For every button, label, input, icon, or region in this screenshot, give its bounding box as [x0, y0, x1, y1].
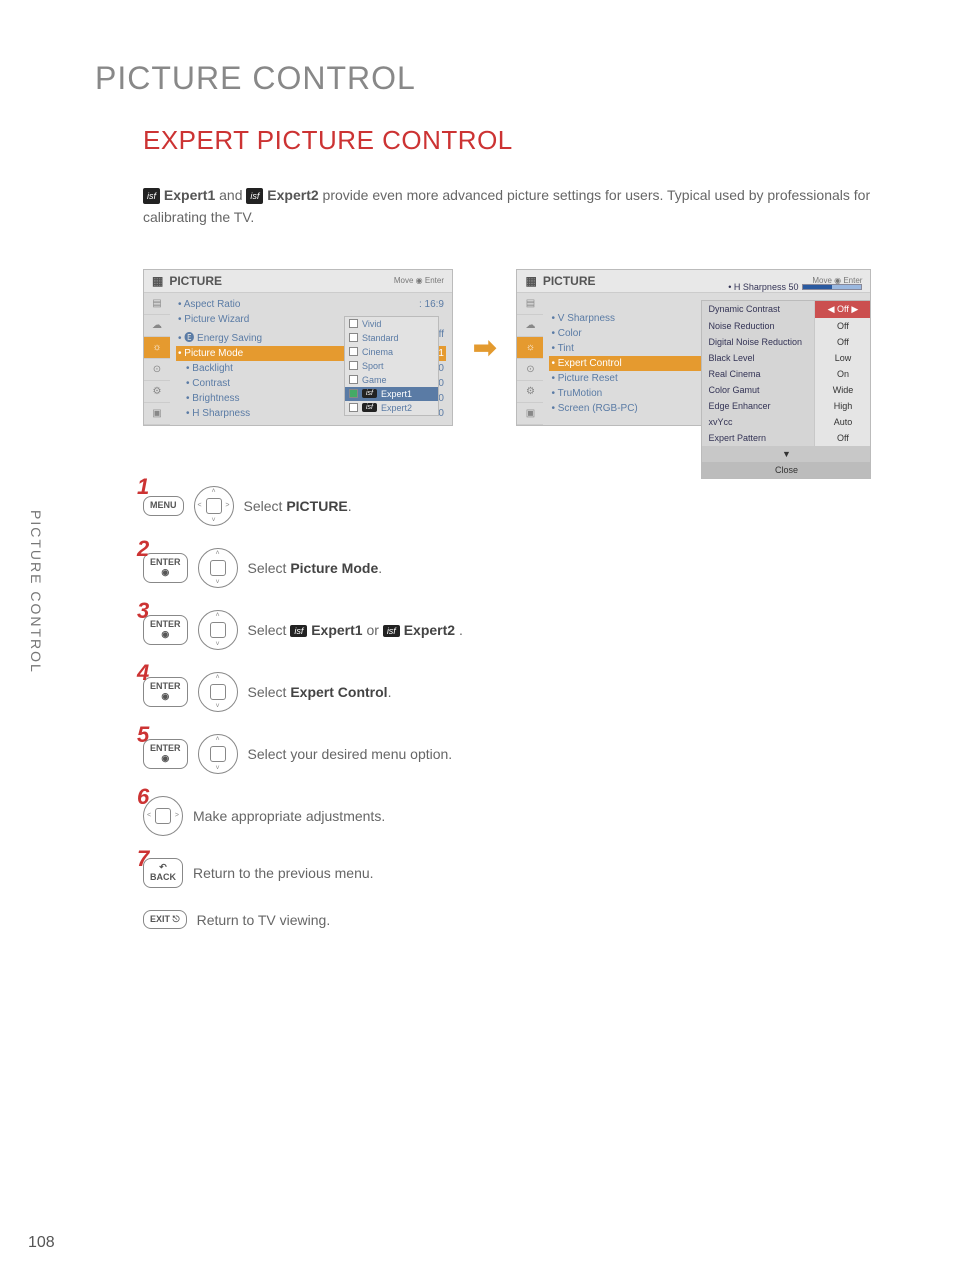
step-number: 3	[137, 598, 149, 624]
enter-button[interactable]: ENTER◉	[143, 615, 188, 645]
step-text: Select your desired menu option.	[248, 746, 453, 762]
enter-button[interactable]: ENTER◉	[143, 677, 188, 707]
osd-option-table[interactable]: Dynamic Contrast◀ Off ▶Noise ReductionOf…	[701, 300, 871, 479]
step-text: or	[366, 622, 382, 638]
step-6: 6 ˂˃ Make appropriate adjustments.	[143, 796, 894, 836]
popup-row[interactable]: Standard	[345, 331, 438, 345]
step-text: .	[348, 498, 352, 514]
osd-right-icons: ▤☁☼⊙⚙▣	[517, 293, 543, 425]
option-row[interactable]: Real CinemaOn	[702, 366, 870, 382]
osd-left-hint: Move ◉ Enter	[394, 276, 444, 285]
popup-row[interactable]: isf Expert1	[345, 387, 438, 401]
option-row[interactable]: xvYccAuto	[702, 414, 870, 430]
intro-and: and	[215, 187, 246, 203]
step-1: 1 MENU ˄˅˂˃ Select PICTURE.	[143, 486, 894, 526]
enter-button[interactable]: ENTER◉	[143, 553, 188, 583]
nav-pad[interactable]: ˄˅	[198, 734, 238, 774]
step-number: 4	[137, 660, 149, 686]
popup-row[interactable]: Game	[345, 373, 438, 387]
arrow-icon: ➡	[473, 331, 496, 364]
option-footer: ▼	[702, 446, 870, 462]
popup-row[interactable]: isf Expert2	[345, 401, 438, 415]
isf-icon: isf	[290, 625, 307, 637]
osd-popup-picture-mode[interactable]: VividStandardCinemaSportGameisf Expert1i…	[344, 316, 439, 416]
osd-left-icons: ▤☁☼⊙⚙▣	[144, 293, 170, 425]
step-bold: Expert Control	[290, 684, 387, 700]
step-bold: Expert1	[311, 622, 362, 638]
step-bold: Expert2	[404, 622, 455, 638]
popup-row[interactable]: Sport	[345, 359, 438, 373]
step-text: Return to TV viewing.	[197, 912, 331, 928]
page-title: PICTURE CONTROL	[95, 60, 894, 97]
step-number: 7	[137, 846, 149, 872]
page-number: 108	[28, 1234, 55, 1252]
osd-right: ▦PICTURE Move ◉ Enter • H Sharpness 50 ▤…	[516, 269, 871, 426]
step-exit: EXIT ⎋ Return to TV viewing.	[143, 910, 894, 930]
isf-icon: isf	[246, 188, 263, 204]
step-text: Select	[248, 684, 291, 700]
option-row[interactable]: Expert PatternOff	[702, 430, 870, 446]
osd-row[interactable]: • Aspect Ratio: 16:9	[176, 297, 446, 312]
step-2: 2 ENTER◉ ˄˅ Select Picture Mode.	[143, 548, 894, 588]
step-text: Select	[244, 498, 287, 514]
popup-row[interactable]: Vivid	[345, 317, 438, 331]
enter-button[interactable]: ENTER◉	[143, 739, 188, 769]
option-row[interactable]: Digital Noise ReductionOff	[702, 334, 870, 350]
step-5: 5 ENTER◉ ˄˅ Select your desired menu opt…	[143, 734, 894, 774]
nav-pad[interactable]: ˄˅	[198, 610, 238, 650]
nav-pad[interactable]: ˂˃	[143, 796, 183, 836]
step-number: 2	[137, 536, 149, 562]
nav-pad[interactable]: ˄˅	[198, 548, 238, 588]
step-text: .	[459, 622, 463, 638]
step-number: 5	[137, 722, 149, 748]
nav-pad[interactable]: ˄˅	[198, 672, 238, 712]
popup-row[interactable]: Cinema	[345, 345, 438, 359]
close-button[interactable]: Close	[702, 462, 870, 478]
side-tab: PICTURE CONTROL	[28, 510, 44, 674]
isf-icon: isf	[143, 188, 160, 204]
step-text: .	[378, 560, 382, 576]
step-3: 3 ENTER◉ ˄˅ Select isf Expert1 or isf Ex…	[143, 610, 894, 650]
osd-right-title: PICTURE	[543, 274, 596, 288]
step-bold: Picture Mode	[290, 560, 378, 576]
isf-icon: isf	[383, 625, 400, 637]
osd-left: ▦PICTURE Move ◉ Enter ▤☁☼⊙⚙▣ • Aspect Ra…	[143, 269, 453, 426]
step-text: Return to the previous menu.	[193, 865, 374, 881]
page-subtitle: EXPERT PICTURE CONTROL	[143, 125, 894, 156]
intro-expert2: Expert2	[267, 187, 318, 203]
intro-expert1: Expert1	[164, 187, 215, 203]
step-4: 4 ENTER◉ ˄˅ Select Expert Control.	[143, 672, 894, 712]
exit-button[interactable]: EXIT ⎋	[143, 910, 187, 930]
option-row[interactable]: Noise ReductionOff	[702, 318, 870, 334]
steps: 1 MENU ˄˅˂˃ Select PICTURE. 2 ENTER◉ ˄˅ …	[143, 486, 894, 930]
step-7: 7 ↶BACK Return to the previous menu.	[143, 858, 894, 888]
step-text: .	[388, 684, 392, 700]
step-bold: PICTURE	[286, 498, 347, 514]
slider-bar[interactable]	[802, 284, 862, 290]
osd-left-title: PICTURE	[169, 274, 222, 288]
option-row[interactable]: Color GamutWide	[702, 382, 870, 398]
slider-row: • H Sharpness 50	[728, 282, 862, 292]
step-number: 1	[137, 474, 149, 500]
option-row[interactable]: Black LevelLow	[702, 350, 870, 366]
step-text: Select	[248, 560, 291, 576]
step-text: Select	[248, 622, 291, 638]
slider-label: • H Sharpness 50	[728, 282, 798, 292]
step-text: Make appropriate adjustments.	[193, 808, 385, 824]
option-row[interactable]: Dynamic Contrast◀ Off ▶	[702, 301, 870, 318]
nav-pad[interactable]: ˄˅˂˃	[194, 486, 234, 526]
intro-text: isf Expert1 and isf Expert2 provide even…	[143, 184, 894, 229]
option-row[interactable]: Edge EnhancerHigh	[702, 398, 870, 414]
